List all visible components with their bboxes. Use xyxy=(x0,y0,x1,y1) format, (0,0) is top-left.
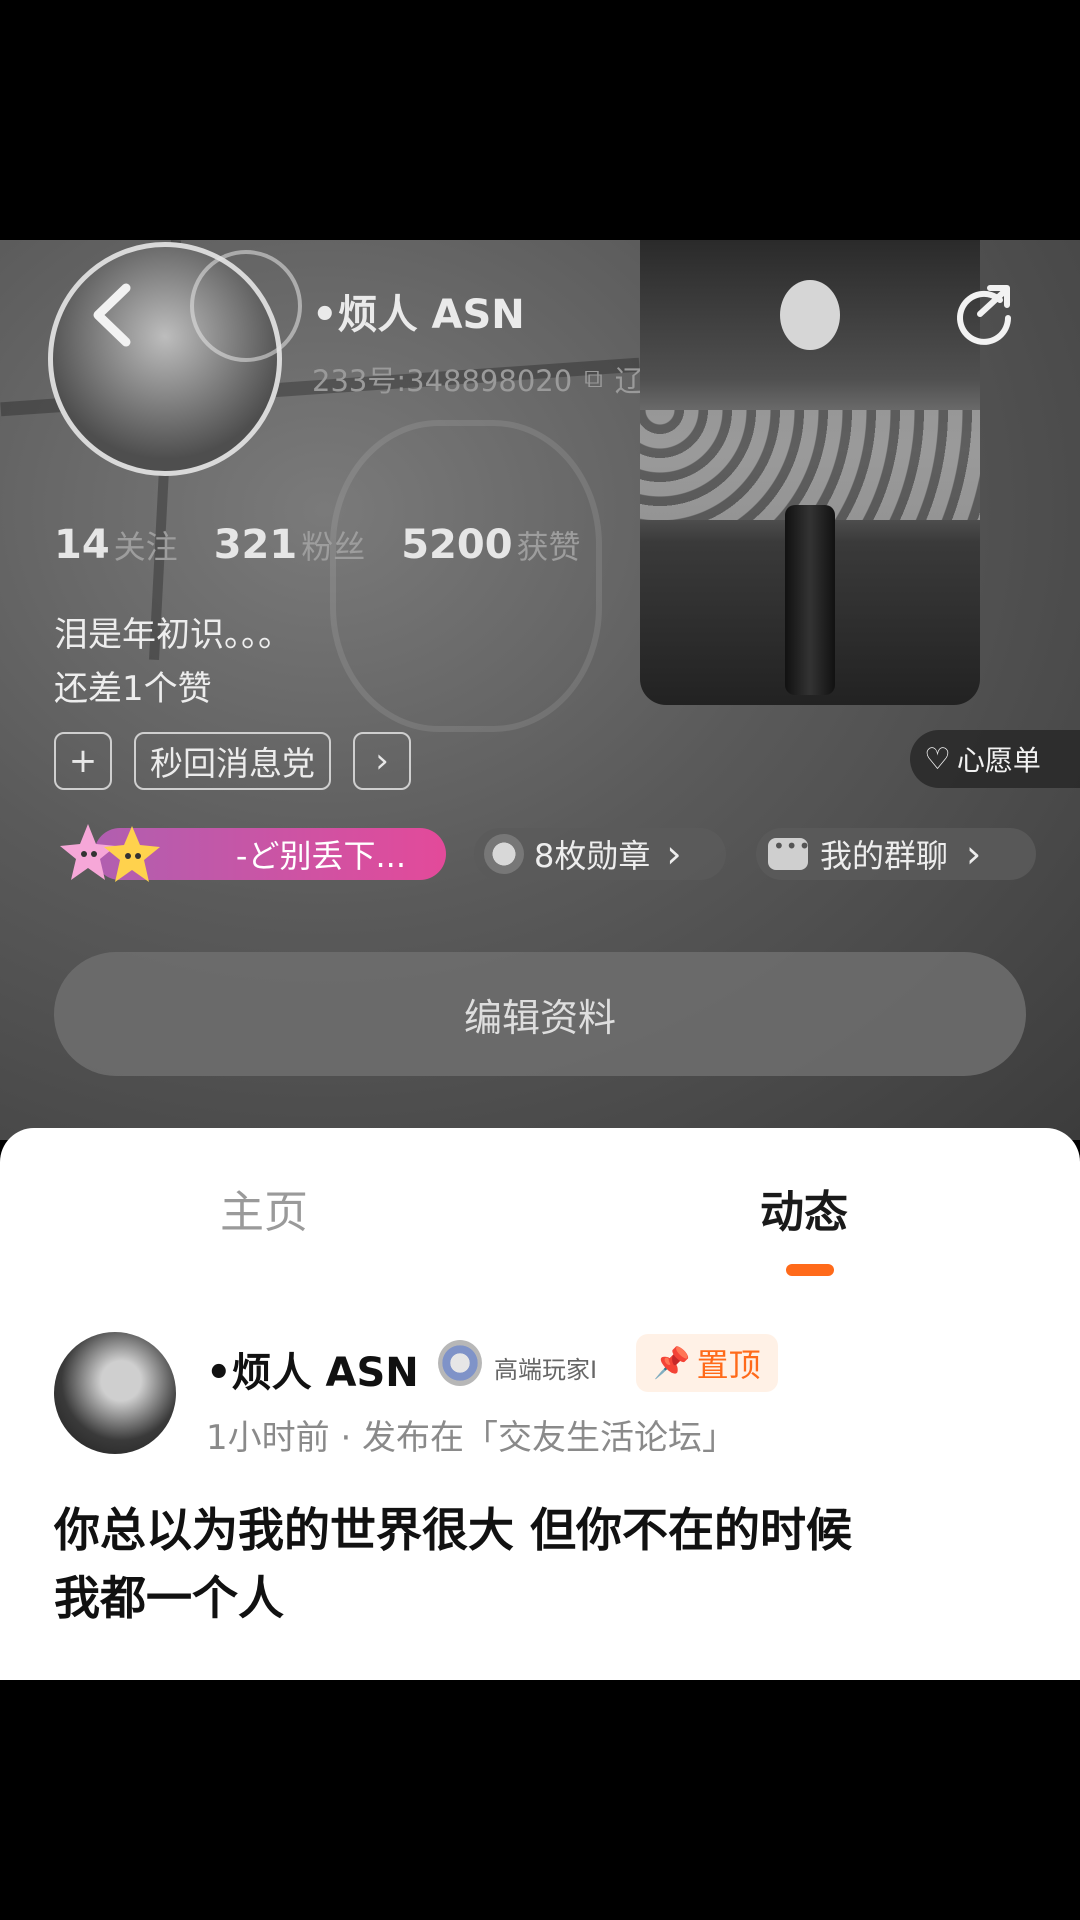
chevron-right-icon: › xyxy=(666,832,682,876)
stat-label: 关注 xyxy=(113,528,178,566)
pinned-badge: 📌 置顶 xyxy=(636,1334,778,1392)
stars-icon xyxy=(60,824,160,882)
add-tag-button[interactable]: + xyxy=(54,732,112,790)
stat-label: 粉丝 xyxy=(301,528,366,566)
more-tags-button[interactable]: › xyxy=(353,732,411,790)
wishlist-label: 心愿单 xyxy=(956,744,1041,777)
player-badge-icon xyxy=(438,1340,482,1386)
stat-number: 5200 xyxy=(401,522,513,568)
share-icon xyxy=(957,285,1011,345)
active-tab-indicator xyxy=(786,1264,834,1276)
stats-row: 14 关注 321 粉丝 5200 获赞 xyxy=(54,522,581,568)
tab-feed[interactable]: 动态 xyxy=(760,1176,848,1240)
post-body[interactable]: 你总以为我的世界很大 但你不在的时候 我都一个人 xyxy=(54,1496,1034,1632)
edit-profile-button[interactable]: 编辑资料 xyxy=(54,952,1026,1076)
tab-home[interactable]: 主页 xyxy=(220,1176,308,1240)
medal-icon xyxy=(484,834,524,874)
bio-line: 泪是年初识。。。 xyxy=(54,615,292,655)
background-graffiti xyxy=(330,420,602,732)
pet-figure xyxy=(780,280,840,350)
back-button[interactable] xyxy=(86,280,136,350)
stat-number: 14 xyxy=(54,522,110,568)
post-author-avatar[interactable] xyxy=(54,1332,176,1454)
group-chat-label: 我的群聊 xyxy=(820,837,949,875)
avatar-frame xyxy=(190,250,302,362)
profile-bio: 泪是年初识。。。 还差1个赞 xyxy=(54,608,292,716)
profile-header: •烦人 ASN 233号:348898020 ⧉ 辽宁 14关注 321粉丝 5… xyxy=(0,240,1080,1140)
stat-likes[interactable]: 5200 获赞 xyxy=(401,522,580,568)
post-author-name[interactable]: •烦人 ASN xyxy=(206,1340,419,1398)
tag-row: + 秒回消息党 › xyxy=(54,732,411,790)
bio-line: 还差1个赞 xyxy=(54,669,212,709)
post-body-line: 我都一个人 xyxy=(54,1571,284,1625)
content-card: 主页 动态 •烦人 ASN 高端玩家I 📌 置顶 1小时前 · 发布在「交友生活… xyxy=(0,1128,1080,1680)
group-chat-chip[interactable]: 我的群聊 › xyxy=(756,828,1036,880)
medals-chip[interactable]: 8枚勋章 › xyxy=(474,828,726,880)
copy-icon[interactable]: ⧉ xyxy=(584,364,603,395)
character-figure xyxy=(785,505,835,695)
wishlist-button[interactable]: ♡ 心愿单 xyxy=(910,730,1080,788)
stat-following[interactable]: 14 关注 xyxy=(54,522,178,568)
player-badge-label: 高端玩家I xyxy=(494,1356,598,1384)
profile-tag[interactable]: 秒回消息党 xyxy=(134,732,331,790)
group-chat-icon xyxy=(768,834,811,870)
post-body-line: 你总以为我的世界很大 但你不在的时候 xyxy=(54,1503,853,1557)
stat-label: 获赞 xyxy=(516,528,581,566)
pin-icon: 📌 xyxy=(653,1345,691,1381)
uid-row: 233号:348898020 ⧉ 辽宁 xyxy=(312,358,673,400)
medals-label: 8枚勋章 xyxy=(534,837,651,875)
profile-nickname: •烦人 ASN xyxy=(312,292,525,338)
heart-icon: ♡ xyxy=(924,741,951,777)
share-button[interactable] xyxy=(950,278,1018,346)
dragon-scale-pattern xyxy=(640,410,980,520)
back-arrow-icon xyxy=(93,283,131,347)
chips-row: -ど别丢下... 8枚勋章 › 我的群聊 › xyxy=(54,822,1054,882)
post-meta: 1小时前 · 发布在「交友生活论坛」 xyxy=(206,1418,737,1458)
chevron-right-icon: › xyxy=(966,832,982,876)
uid-text: 233号:348898020 xyxy=(312,364,573,398)
stat-number: 321 xyxy=(213,522,298,568)
stat-followers[interactable]: 321 粉丝 xyxy=(214,522,366,568)
character-showcase-image[interactable] xyxy=(640,240,980,705)
pinned-label: 置顶 xyxy=(696,1346,761,1384)
